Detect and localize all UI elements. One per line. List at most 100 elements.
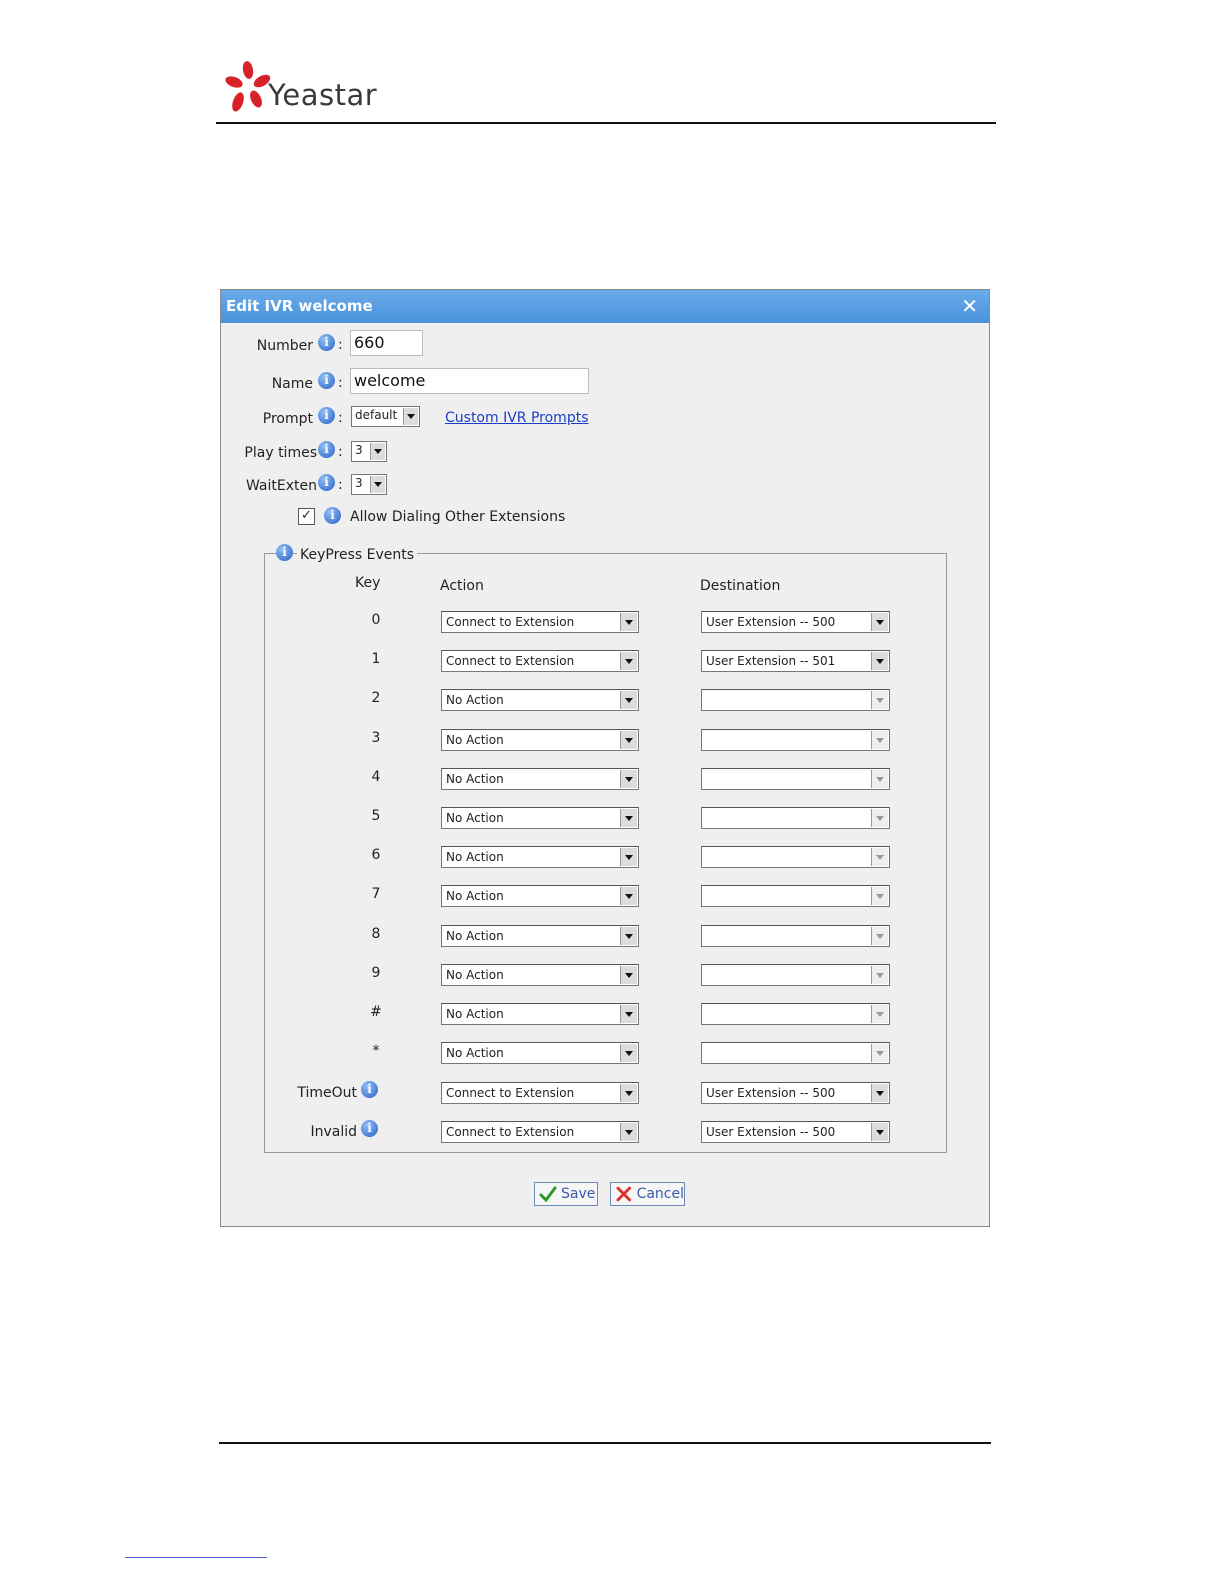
action-select-value: No Action	[446, 693, 504, 708]
chevron-down-icon	[620, 1123, 637, 1141]
chevron-down-icon	[871, 613, 888, 631]
number-info-icon[interactable]: i	[318, 334, 335, 351]
chevron-down-icon	[620, 1005, 637, 1023]
invalid-action-value: Connect to Extension	[446, 1125, 575, 1139]
dialog-title: Edit IVR welcome	[226, 297, 373, 315]
cancel-button-label: Cancel	[636, 1186, 684, 1202]
destination-select[interactable]	[701, 728, 890, 751]
destination-select-value: User Extension -- 500	[706, 615, 836, 629]
allow-dialing-checkbox[interactable]: ✓	[298, 508, 315, 525]
destination-column-header: Destination	[700, 578, 781, 594]
play-times-value: 3	[355, 443, 363, 457]
action-select-value: Connect to Extension	[446, 615, 575, 629]
save-button-label: Save	[561, 1186, 596, 1202]
name-info-icon[interactable]: i	[318, 372, 335, 389]
destination-select[interactable]	[701, 689, 890, 712]
brand-name: Yeastar	[268, 78, 378, 112]
key-column-header: Key	[355, 575, 381, 591]
key-label: 7	[371, 886, 381, 903]
edit-ivr-dialog: Edit IVR welcome ✕ Number i : 660 Name i…	[220, 289, 990, 1227]
wait-exten-select[interactable]: 3	[351, 474, 387, 495]
cancel-button[interactable]: Cancel	[610, 1182, 685, 1206]
dialog-titlebar[interactable]: Edit IVR welcome ✕	[221, 290, 989, 323]
chevron-down-icon	[871, 730, 888, 749]
destination-select[interactable]	[701, 885, 890, 908]
key-label: 6	[371, 847, 381, 864]
chevron-down-icon	[871, 1005, 888, 1023]
play-times-select[interactable]: 3	[351, 441, 387, 462]
destination-select[interactable]: User Extension -- 501	[701, 650, 890, 673]
play-times-info-icon[interactable]: i	[318, 441, 335, 458]
chevron-down-icon	[871, 1123, 888, 1141]
action-select[interactable]: No Action	[441, 728, 639, 751]
destination-select[interactable]	[701, 1042, 890, 1065]
action-select[interactable]: No Action	[441, 807, 639, 829]
chevron-down-icon	[620, 769, 637, 788]
chevron-down-icon	[403, 408, 418, 425]
action-select[interactable]: No Action	[441, 924, 639, 947]
invalid-action-select[interactable]: Connect to Extension	[441, 1121, 639, 1143]
action-select-value: No Action	[446, 1007, 504, 1021]
action-select[interactable]: No Action	[441, 767, 639, 790]
custom-ivr-prompts-link[interactable]: Custom IVR Prompts	[445, 410, 589, 426]
destination-select[interactable]	[701, 846, 890, 869]
destination-select[interactable]	[701, 767, 890, 790]
chevron-down-icon	[871, 848, 888, 867]
name-input[interactable]: welcome	[350, 368, 589, 394]
invalid-info-icon[interactable]: i	[361, 1120, 378, 1137]
footer-link-underline	[125, 1557, 267, 1558]
allow-dialing-label: Allow Dialing Other Extensions	[350, 509, 566, 525]
chevron-down-icon	[871, 769, 888, 788]
action-select[interactable]: No Action	[441, 1003, 639, 1025]
save-button[interactable]: Save	[534, 1182, 598, 1206]
chevron-down-icon	[370, 443, 385, 460]
timeout-label: TimeOut	[297, 1085, 357, 1101]
prompt-label: Prompt	[262, 411, 313, 427]
checkmark-icon	[539, 1186, 557, 1203]
action-select[interactable]: No Action	[441, 689, 639, 712]
action-select-value: No Action	[446, 811, 504, 825]
action-select[interactable]: No Action	[441, 885, 639, 908]
destination-select[interactable]	[701, 924, 890, 947]
wait-exten-info-icon[interactable]: i	[318, 474, 335, 491]
header-rule	[216, 122, 996, 124]
close-icon[interactable]: ✕	[961, 294, 978, 318]
key-label: 8	[371, 925, 381, 942]
timeout-destination-select[interactable]: User Extension -- 500	[701, 1082, 890, 1104]
action-select-value: Connect to Extension	[446, 654, 575, 669]
timeout-info-icon[interactable]: i	[361, 1081, 378, 1098]
chevron-down-icon	[871, 691, 888, 710]
key-label: 3	[371, 729, 381, 746]
number-input[interactable]: 660	[350, 330, 423, 356]
chevron-down-icon	[871, 809, 888, 827]
key-label: 1	[371, 651, 381, 668]
action-select-value: No Action	[446, 967, 504, 982]
chevron-down-icon	[620, 1044, 637, 1063]
timeout-destination-value: User Extension -- 500	[706, 1086, 836, 1100]
invalid-destination-value: User Extension -- 500	[706, 1125, 836, 1139]
action-select[interactable]: No Action	[441, 1042, 639, 1065]
prompt-select[interactable]: default	[351, 406, 420, 427]
chevron-down-icon	[620, 926, 637, 945]
destination-select[interactable]	[701, 963, 890, 986]
action-select-value: No Action	[446, 1046, 504, 1061]
action-select[interactable]: Connect to Extension	[441, 611, 639, 633]
chevron-down-icon	[620, 691, 637, 710]
allow-dialing-info-icon[interactable]: i	[324, 507, 341, 524]
chevron-down-icon	[620, 848, 637, 867]
prompt-info-icon[interactable]: i	[318, 407, 335, 424]
chevron-down-icon	[620, 965, 637, 984]
keypress-info-icon[interactable]: i	[276, 544, 293, 561]
destination-select[interactable]: User Extension -- 500	[701, 611, 890, 633]
invalid-destination-select[interactable]: User Extension -- 500	[701, 1121, 890, 1143]
destination-select[interactable]	[701, 1003, 890, 1025]
action-select[interactable]: No Action	[441, 963, 639, 986]
action-select[interactable]: No Action	[441, 846, 639, 869]
key-label: 4	[371, 768, 381, 785]
chevron-down-icon	[871, 1084, 888, 1102]
chevron-down-icon	[871, 652, 888, 671]
destination-select[interactable]	[701, 807, 890, 829]
action-select-value: No Action	[446, 928, 504, 943]
timeout-action-select[interactable]: Connect to Extension	[441, 1082, 639, 1104]
action-select[interactable]: Connect to Extension	[441, 650, 639, 673]
